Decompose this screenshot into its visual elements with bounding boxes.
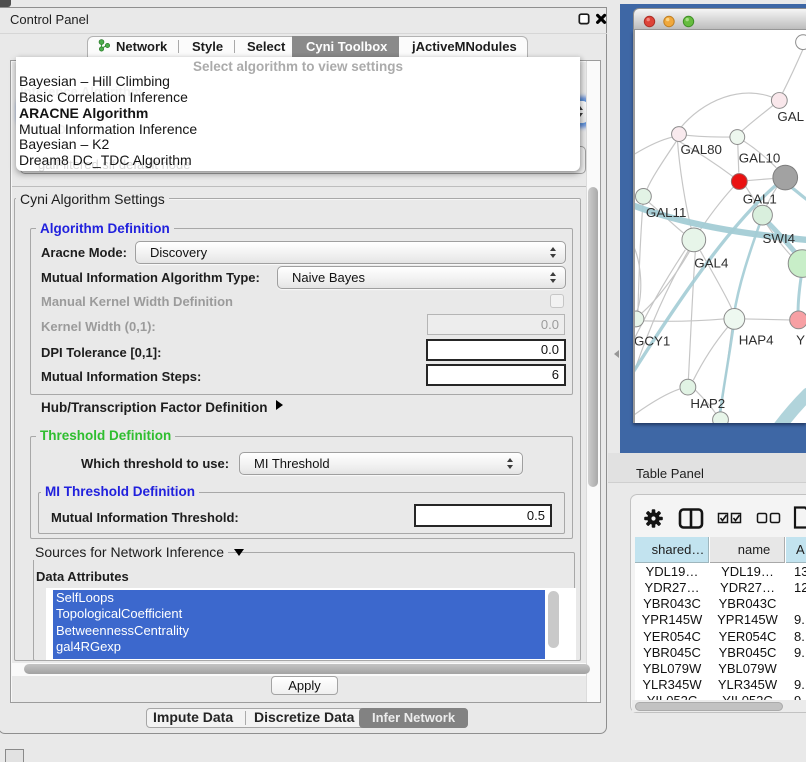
svg-text:GAL4: GAL4 — [694, 256, 729, 271]
svg-text:Y: Y — [796, 333, 805, 348]
svg-text:HAP4: HAP4 — [739, 333, 774, 348]
svg-text:GAL80: GAL80 — [680, 142, 722, 157]
svg-text:GAL11: GAL11 — [646, 205, 687, 220]
svg-text:GAL10: GAL10 — [739, 151, 780, 166]
svg-text:HAP2: HAP2 — [690, 396, 725, 411]
svg-text:GCY1: GCY1 — [634, 334, 670, 349]
svg-text:GAL1: GAL1 — [743, 191, 777, 206]
svg-text:GAL: GAL — [777, 109, 804, 124]
svg-text:SWI4: SWI4 — [763, 231, 796, 246]
